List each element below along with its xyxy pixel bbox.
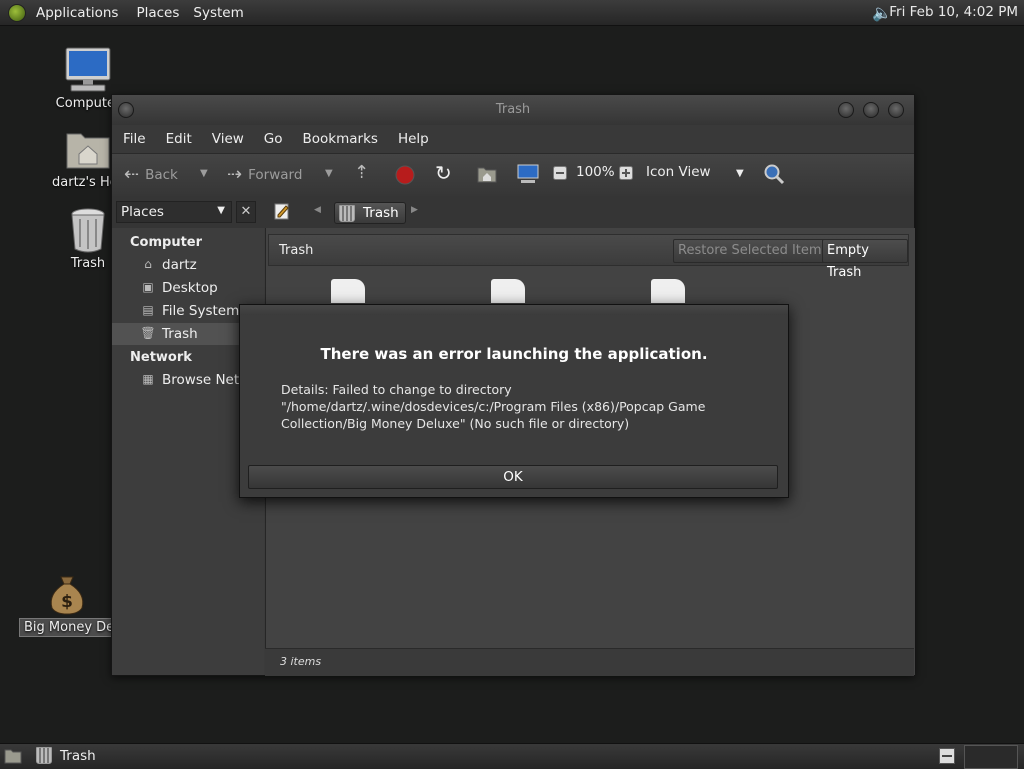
- search-icon[interactable]: [763, 163, 785, 185]
- desktop-folder-icon: ▣: [142, 280, 154, 294]
- path-left-arrow-icon[interactable]: ◀: [314, 205, 321, 215]
- stop-icon[interactable]: [395, 165, 415, 185]
- sidebar-header-computer: Computer: [130, 235, 203, 250]
- back-history-dropdown-icon[interactable]: ▼: [200, 168, 208, 179]
- trash-info-bar: Trash Restore Selected Items Empty Trash: [268, 234, 909, 280]
- workspace-switcher[interactable]: [964, 745, 1018, 769]
- up-arrow-icon[interactable]: ⇡: [354, 162, 369, 183]
- zoom-out-icon[interactable]: [553, 166, 567, 180]
- edit-location-icon[interactable]: [274, 202, 290, 224]
- reload-icon[interactable]: ↻: [435, 161, 452, 185]
- back-button[interactable]: ⇠ Back: [124, 164, 178, 185]
- sidebar-item-label: Trash: [162, 326, 198, 342]
- location-label: Trash: [279, 243, 314, 258]
- toolbar: ⇠ Back ▼ ⇢ Forward ▼ ⇡ ↻ 100% Icon View …: [112, 153, 914, 197]
- computer-icon: [65, 47, 111, 92]
- trash-icon: [71, 208, 105, 253]
- desktop-icon-label: Big Money Deluxe: [19, 618, 117, 637]
- trash-small-icon: 🗑: [140, 326, 156, 340]
- forward-button[interactable]: ⇢ Forward: [227, 164, 302, 185]
- drive-icon: ▤: [142, 303, 154, 317]
- show-desktop-icon[interactable]: [4, 748, 22, 768]
- restore-selected-button[interactable]: Restore Selected Items: [673, 239, 834, 263]
- titlebar[interactable]: Trash: [112, 95, 914, 125]
- error-dialog: There was an error launching the applica…: [239, 304, 789, 498]
- sidebar-item-desktop[interactable]: ▣ Desktop: [112, 277, 264, 299]
- applications-menu[interactable]: Applications: [36, 5, 118, 21]
- file-icon[interactable]: [651, 279, 685, 303]
- places-combo[interactable]: Places ▼: [116, 201, 232, 223]
- menu-edit[interactable]: Edit: [166, 131, 192, 147]
- close-button[interactable]: [888, 102, 904, 118]
- sidebar-item-label: File System: [162, 303, 240, 319]
- desktop-icon-label: Trash: [70, 256, 106, 271]
- window-title: Trash: [495, 102, 531, 117]
- trash-small-icon: [36, 747, 52, 764]
- forward-arrow-icon: ⇢: [227, 164, 243, 185]
- back-arrow-icon: ⇠: [124, 164, 140, 185]
- close-sidebar-button[interactable]: ✕: [236, 201, 256, 223]
- forward-label: Forward: [248, 166, 303, 183]
- breadcrumb-trash[interactable]: Trash: [334, 202, 406, 224]
- ok-button[interactable]: OK: [248, 465, 778, 489]
- clock[interactable]: Fri Feb 10, 4:02 PM: [889, 4, 1018, 20]
- sidebar-item-dartz[interactable]: ⌂ dartz: [112, 254, 264, 276]
- dialog-top-strip: [240, 305, 788, 315]
- network-icon: ▦: [142, 372, 154, 386]
- menubar: File Edit View Go Bookmarks Help: [112, 125, 914, 153]
- view-mode-dropdown-icon[interactable]: ▼: [736, 168, 744, 179]
- window-list-icon[interactable]: [939, 748, 955, 768]
- money-bag-icon: $: [50, 576, 84, 615]
- system-menu[interactable]: System: [193, 5, 243, 21]
- file-icon[interactable]: [491, 279, 525, 303]
- chevron-down-icon: ▼: [217, 205, 225, 216]
- computer-toolbar-icon[interactable]: [517, 164, 539, 184]
- taskbar-item-trash[interactable]: Trash: [36, 747, 96, 764]
- back-label: Back: [145, 166, 178, 183]
- sidebar-item-label: dartz: [162, 257, 197, 273]
- places-menu[interactable]: Places: [136, 5, 179, 21]
- status-bar: 3 items: [265, 648, 914, 676]
- menu-bookmarks[interactable]: Bookmarks: [303, 131, 378, 147]
- minimize-button[interactable]: [838, 102, 854, 118]
- home-folder-icon: [66, 133, 110, 169]
- maximize-button[interactable]: [863, 102, 879, 118]
- zoom-in-icon[interactable]: [619, 166, 633, 180]
- taskbar-item-label: Trash: [60, 747, 96, 764]
- home-icon[interactable]: [477, 165, 497, 183]
- empty-trash-button[interactable]: Empty Trash: [822, 239, 908, 280]
- menu-file[interactable]: File: [123, 131, 146, 147]
- places-combo-label: Places: [121, 204, 164, 220]
- sidebar-header-network: Network: [130, 350, 192, 365]
- menu-go[interactable]: Go: [264, 131, 283, 147]
- menu-view[interactable]: View: [212, 131, 244, 147]
- dialog-details: Details: Failed to change to directory "…: [281, 382, 706, 431]
- trash-small-icon: [339, 204, 355, 222]
- desktop-icon-big-money-deluxe[interactable]: $ Big Money Deluxe: [19, 573, 117, 641]
- breadcrumb-label: Trash: [363, 205, 399, 221]
- sidebar-item-label: Desktop: [162, 280, 218, 296]
- bottom-panel: Trash: [0, 743, 1024, 769]
- path-right-arrow-icon[interactable]: ▶: [411, 205, 418, 215]
- view-mode-select[interactable]: Icon View: [646, 164, 711, 180]
- zoom-level[interactable]: 100%: [576, 164, 615, 180]
- svg-text:$: $: [61, 592, 73, 612]
- menu-help[interactable]: Help: [398, 131, 429, 147]
- home-folder-small-icon: ⌂: [144, 257, 152, 271]
- forward-history-dropdown-icon[interactable]: ▼: [325, 168, 333, 179]
- dialog-title: There was an error launching the applica…: [320, 345, 708, 363]
- item-count: 3 items: [280, 655, 322, 668]
- distro-logo-icon[interactable]: [8, 3, 26, 22]
- top-panel: Applications Places System 🔈 Fri Feb 10,…: [0, 0, 1024, 26]
- location-bar: Places ▼ ✕ ◀ Trash ▶: [112, 196, 914, 228]
- file-icon[interactable]: [331, 279, 365, 303]
